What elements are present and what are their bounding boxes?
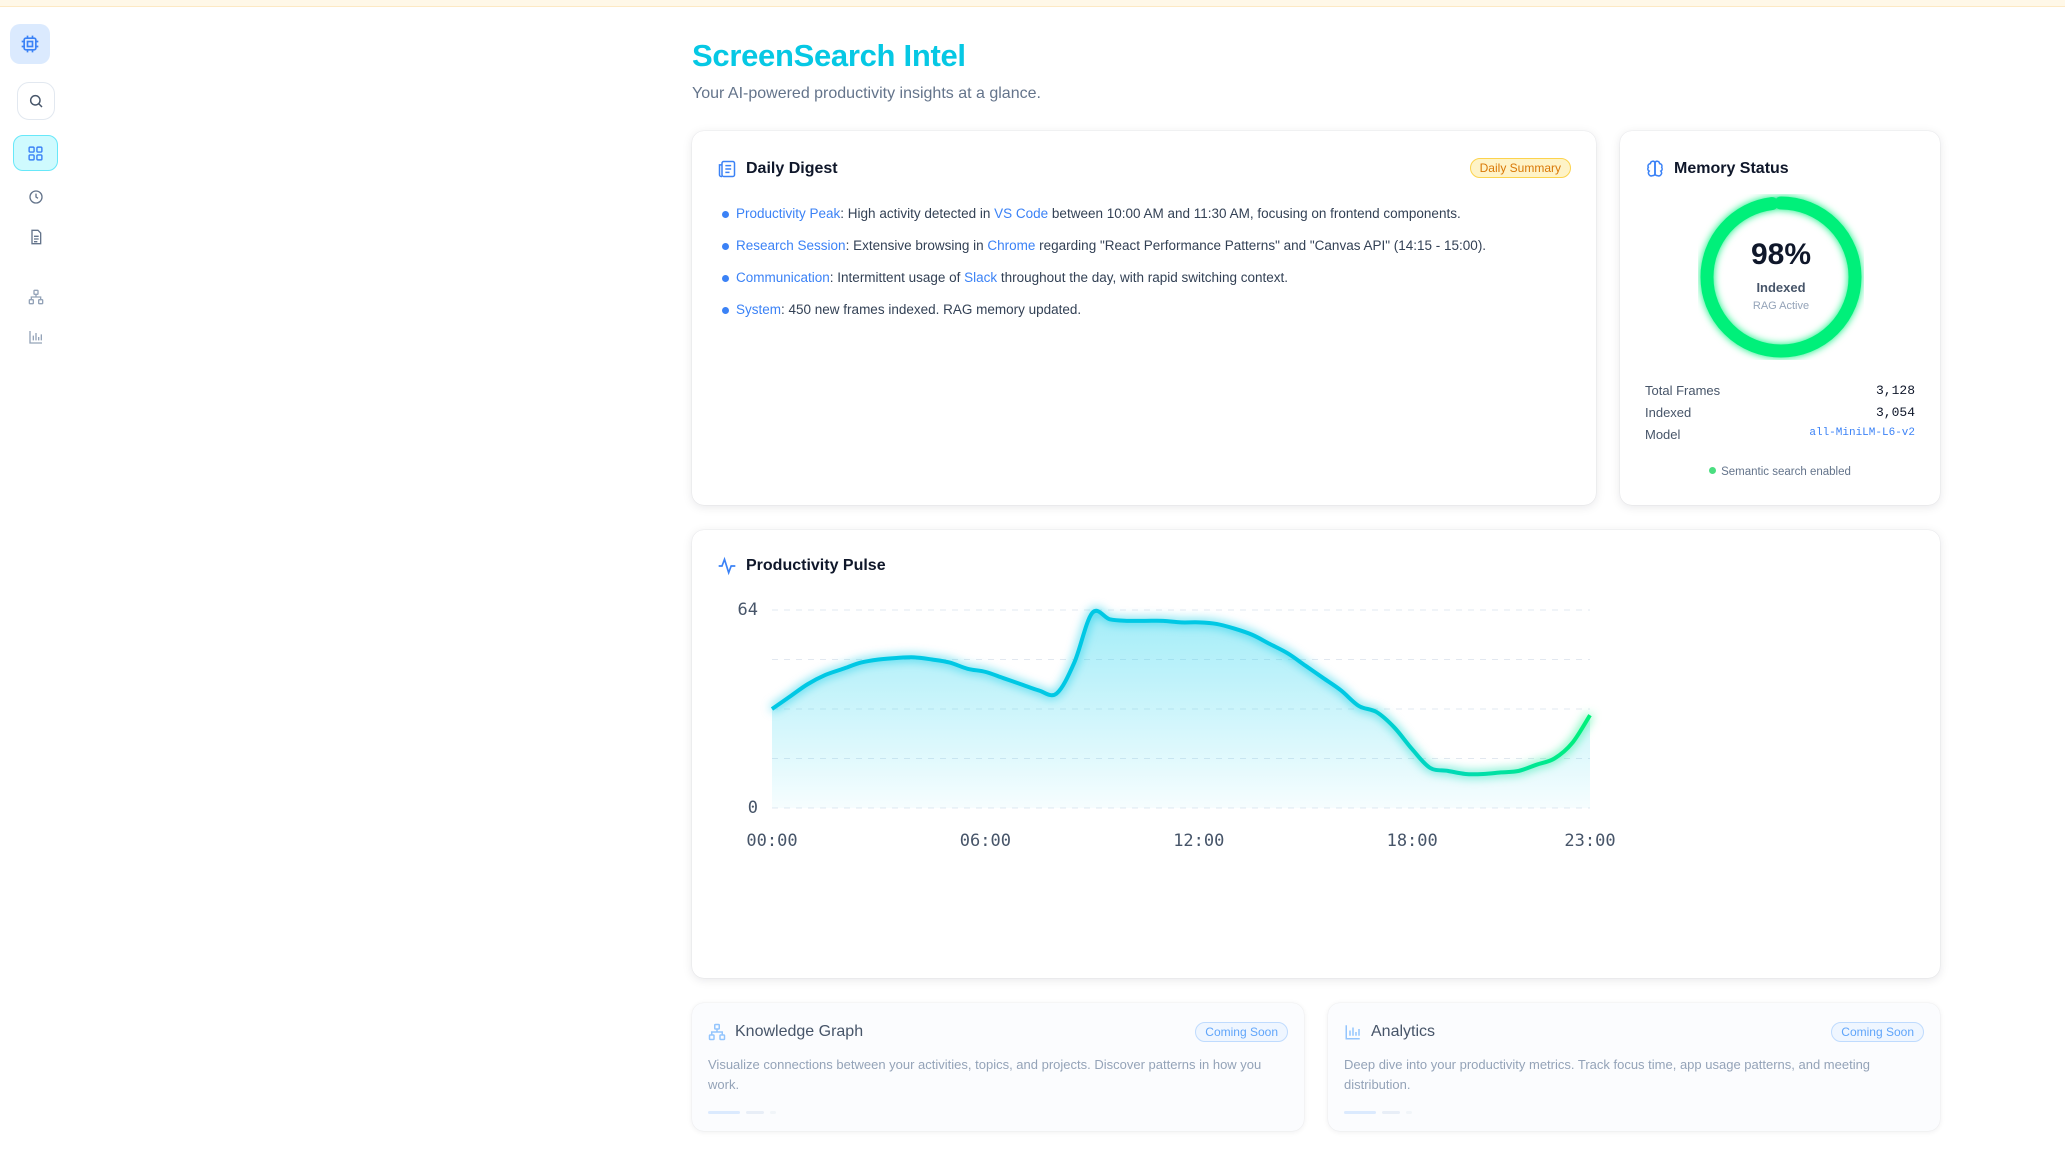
top-border: [0, 0, 2065, 7]
sidebar: [0, 0, 70, 1161]
stat-indexed: Indexed 3,054: [1645, 405, 1915, 420]
memory-status-card: Memory Status 98% Indexed RAG Active Tot…: [1620, 131, 1940, 505]
clock-icon[interactable]: [22, 183, 50, 211]
stat-value: all-MiniLM-L6-v2: [1809, 427, 1915, 439]
stat-value: 3,054: [1875, 405, 1915, 420]
newspaper-icon: [718, 160, 736, 178]
digest-item-label: System: [736, 302, 782, 317]
graph-icon[interactable]: [22, 283, 50, 311]
digest-item-text: regarding "React Performance Patterns" a…: [1035, 238, 1487, 253]
graph-icon: [708, 1023, 726, 1041]
digest-item-text: : Intermittent usage of: [829, 270, 965, 285]
semantic-status-text: Semantic search enabled: [1721, 466, 1851, 478]
analytics-card[interactable]: Analytics Coming Soon Deep dive into you…: [1328, 1003, 1940, 1131]
memory-status-header: Memory Status: [1645, 159, 1789, 179]
digest-item-text: : 450 new frames indexed. RAG memory upd…: [781, 302, 1082, 317]
list-item: Productivity Peak: High activity detecte…: [722, 198, 1576, 230]
brain-icon: [1647, 160, 1663, 177]
list-item: Communication: Intermittent usage of Sla…: [722, 262, 1576, 294]
knowledge-graph-title: Knowledge Graph: [735, 1023, 864, 1040]
knowledge-graph-header: Knowledge Graph: [708, 1023, 863, 1041]
ring-center: 98% Indexed RAG Active: [1698, 194, 1864, 360]
analytics-description: Deep dive into your productivity metrics…: [1344, 1057, 1871, 1092]
productivity-pulse-header: Productivity Pulse: [717, 556, 886, 576]
placeholder-bars: [1344, 1111, 1412, 1114]
digest-item-text: : Extensive browsing in: [845, 238, 988, 253]
knowledge-graph-card[interactable]: Knowledge Graph Coming Soon Visualize co…: [692, 1003, 1304, 1131]
series-area: [772, 610, 1590, 808]
stat-value: 3,128: [1875, 383, 1915, 398]
x-tick-label: 23:00: [1564, 831, 1615, 851]
x-tick-label: 00:00: [746, 831, 797, 851]
chip-icon[interactable]: [10, 24, 50, 64]
grid-icon[interactable]: [13, 135, 58, 171]
coming-soon-badge: Coming Soon: [1831, 1022, 1924, 1042]
stat-total-frames: Total Frames 3,128: [1645, 383, 1915, 398]
indexed-percent: 98%: [1750, 238, 1812, 271]
bar-chart-icon[interactable]: [22, 323, 50, 351]
coming-soon-badge: Coming Soon: [1195, 1022, 1288, 1042]
chart-area-layer: [770, 608, 1592, 808]
analytics-header: Analytics: [1344, 1023, 1435, 1041]
y-tick-label: 64: [738, 600, 758, 620]
stat-label: Total Frames: [1645, 383, 1721, 398]
analytics-title: Analytics: [1371, 1023, 1436, 1040]
semantic-status: Semantic search enabled: [1620, 466, 1940, 478]
page-title: ScreenSearch Intel: [692, 38, 966, 73]
search-icon[interactable]: [17, 82, 55, 120]
list-item: System: 450 new frames indexed. RAG memo…: [722, 294, 1576, 326]
productivity-pulse-title: Productivity Pulse: [746, 557, 886, 574]
digest-item-app: Slack: [964, 270, 998, 285]
digest-item-text: throughout the day, with rapid switching…: [997, 270, 1289, 285]
x-tick-label: 12:00: [1173, 831, 1224, 851]
digest-item-app: Chrome: [987, 238, 1036, 253]
ring-sublabel: RAG Active: [1752, 300, 1810, 312]
digest-item-label: Research Session: [736, 238, 846, 253]
ring-label: Indexed: [1756, 280, 1806, 295]
x-tick-label: 18:00: [1387, 831, 1438, 851]
document-icon[interactable]: [22, 223, 50, 251]
digest-list: Productivity Peak: High activity detecte…: [722, 198, 1576, 326]
placeholder-bars: [708, 1111, 776, 1114]
memory-status-title: Memory Status: [1674, 160, 1789, 177]
x-tick-label: 06:00: [960, 831, 1011, 851]
list-item: Research Session: Extensive browsing in …: [722, 230, 1576, 262]
digest-item-label: Productivity Peak: [736, 206, 841, 221]
activity-icon: [718, 556, 736, 576]
stat-model: Model all-MiniLM-L6-v2: [1645, 427, 1915, 442]
digest-item-label: Communication: [736, 270, 830, 285]
digest-item-text: : High activity detected in: [840, 206, 995, 221]
bar-chart-icon: [1345, 1025, 1360, 1040]
daily-digest-title: Daily Digest: [746, 160, 838, 177]
productivity-chart: 00:00 06:00 12:00 18:00 23:00 64 0: [738, 600, 1616, 851]
daily-summary-badge: Daily Summary: [1469, 158, 1571, 178]
productivity-pulse-card: 00:00 06:00 12:00 18:00 23:00 64 0 Productivit…: [692, 530, 1940, 978]
digest-item-app: VS Code: [994, 206, 1049, 221]
status-dot: [1709, 467, 1717, 474]
daily-digest-header: Daily Digest: [717, 159, 838, 179]
y-tick-label: 0: [748, 798, 758, 818]
stat-label: Model: [1645, 427, 1681, 442]
daily-digest-card: Daily Digest Daily Summary Productivity …: [692, 131, 1596, 505]
knowledge-graph-description: Visualize connections between your activ…: [708, 1057, 1262, 1092]
digest-item-text: between 10:00 AM and 11:30 AM, focusing …: [1048, 206, 1461, 221]
stat-label: Indexed: [1645, 405, 1692, 420]
page-subtitle: Your AI-powered productivity insights at…: [692, 85, 1041, 102]
